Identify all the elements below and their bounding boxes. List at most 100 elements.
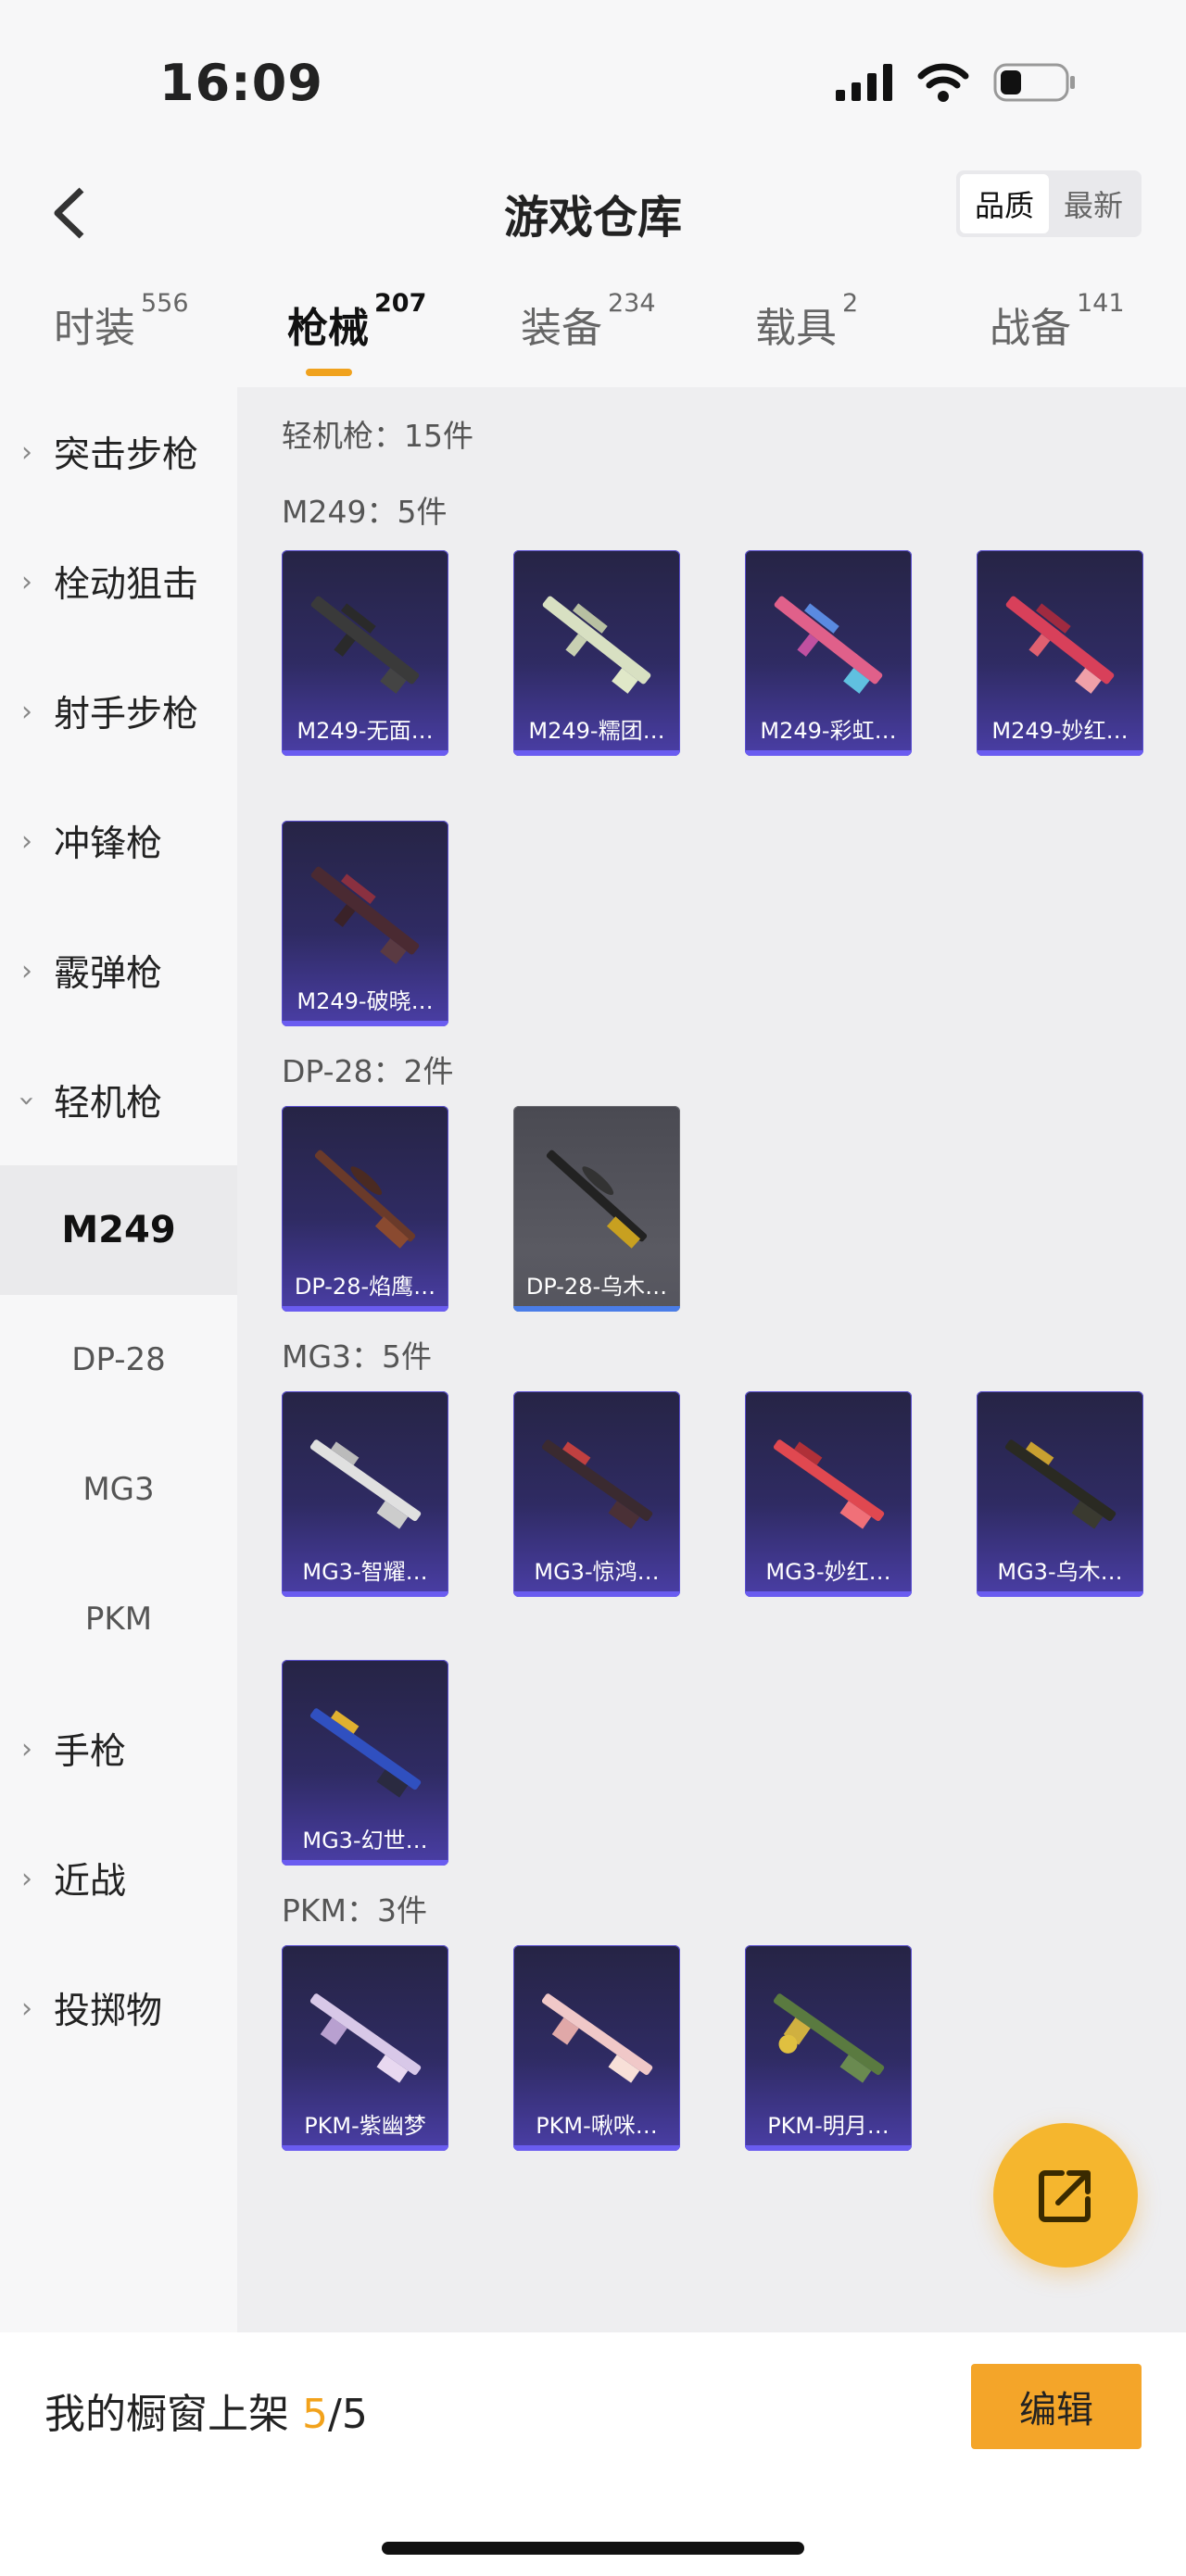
- sidebar-item-label: 手枪: [54, 1731, 127, 1773]
- item-name: MG3-惊鸿…: [534, 1559, 660, 1585]
- sidebar-item-lmg[interactable]: › 轻机枪: [0, 1036, 237, 1165]
- item-name: MG3-乌木…: [997, 1559, 1123, 1585]
- sidebar-item-marksman[interactable]: › 射手步枪: [0, 647, 237, 776]
- tab-fashion[interactable]: 时装556: [54, 289, 189, 354]
- item-name: PKM-紫幽梦: [304, 2113, 426, 2139]
- sidebar-subitem-mg3[interactable]: MG3: [0, 1425, 237, 1554]
- tab-equipment[interactable]: 装备234: [521, 289, 656, 354]
- showcase-label: 我的橱窗上架: [44, 2391, 302, 2438]
- sidebar-item-label: 近战: [54, 1861, 127, 1903]
- rarity-bar: [513, 750, 680, 756]
- item-name: PKM-啾咪…: [536, 2113, 658, 2139]
- gun-icon: [773, 1993, 885, 2083]
- sidebar-item-smg[interactable]: › 冲锋枪: [0, 776, 237, 906]
- sidebar-item-label: 轻机枪: [54, 1083, 163, 1125]
- sidebar-item-label: 投掷物: [54, 1991, 163, 2032]
- rarity-bar: [745, 750, 912, 756]
- chevron-right-icon: ›: [21, 1862, 32, 1895]
- category-tabs: 时装556 枪械207 装备234 载具2 战备141: [0, 289, 1186, 378]
- sidebar: › 突击步枪 › 栓动狙击 › 射手步枪 › 冲锋枪 › 霰弹枪 › 轻机枪 M249 DP…: [0, 387, 237, 2332]
- sort-newest-button[interactable]: 最新: [1049, 174, 1138, 233]
- battery-icon: [993, 63, 1075, 102]
- rarity-bar: [282, 1306, 448, 1312]
- tab-vehicles[interactable]: 载具2: [755, 289, 858, 354]
- gun-icon: [1005, 596, 1115, 694]
- item-name: PKM-明月…: [767, 2113, 890, 2139]
- item-name: MG3-智耀…: [302, 1559, 428, 1585]
- item-name: M249-妙红…: [991, 718, 1129, 744]
- edit-button[interactable]: 编辑: [971, 2364, 1142, 2449]
- group-label: MG3：5件: [282, 1338, 433, 1375]
- active-tab-indicator: [306, 369, 352, 376]
- item-card[interactable]: M249-彩虹…: [745, 550, 912, 756]
- showcase-total: /5: [328, 2391, 368, 2438]
- item-card[interactable]: MG3-妙红…: [745, 1391, 912, 1597]
- gun-icon: [542, 596, 651, 694]
- sidebar-item-label: 射手步枪: [54, 694, 199, 735]
- sidebar-subitem-dp28[interactable]: DP-28: [0, 1295, 237, 1425]
- rarity-bar: [282, 1591, 448, 1597]
- item-card[interactable]: MG3-乌木…: [977, 1391, 1143, 1597]
- item-card[interactable]: DP-28-焰鹰…: [282, 1106, 448, 1312]
- item-card[interactable]: PKM-明月…: [745, 1945, 912, 2151]
- gun-icon: [1004, 1439, 1117, 1529]
- sidebar-item-label: 栓动狙击: [54, 564, 199, 606]
- item-card[interactable]: PKM-紫幽梦: [282, 1945, 448, 2151]
- sidebar-item-label: 霰弹枪: [54, 953, 163, 995]
- rarity-bar: [282, 1860, 448, 1866]
- gun-icon: [774, 596, 883, 694]
- chevron-right-icon: ›: [21, 824, 32, 858]
- sidebar-subitem-m249[interactable]: M249: [0, 1165, 237, 1295]
- share-button[interactable]: [993, 2123, 1138, 2268]
- item-card[interactable]: PKM-啾咪…: [513, 1945, 680, 2151]
- rarity-bar: [745, 2145, 912, 2151]
- item-card[interactable]: M249-妙红…: [977, 550, 1143, 756]
- rarity-bar: [977, 1591, 1143, 1597]
- item-card[interactable]: DP-28-乌木…: [513, 1106, 680, 1312]
- item-card[interactable]: M249-无面…: [282, 550, 448, 756]
- sidebar-item-assault-rifle[interactable]: › 突击步枪: [0, 387, 237, 517]
- chevron-right-icon: ›: [21, 435, 32, 469]
- chevron-right-icon: ›: [21, 954, 32, 987]
- item-name: DP-28-乌木…: [525, 1274, 668, 1300]
- sidebar-item-shotgun[interactable]: › 霰弹枪: [0, 906, 237, 1036]
- gun-icon: [546, 1150, 648, 1249]
- gun-icon: [310, 596, 420, 694]
- tab-weapons[interactable]: 枪械207: [287, 289, 426, 354]
- item-name: MG3-妙红…: [765, 1559, 891, 1585]
- rarity-bar: [745, 1591, 912, 1597]
- tab-supplies[interactable]: 战备141: [990, 289, 1125, 354]
- share-icon: [1039, 2170, 1091, 2222]
- status-icons: [836, 63, 1077, 102]
- item-card[interactable]: M249-糯团…: [513, 550, 680, 756]
- rarity-bar: [282, 750, 448, 756]
- showcase-count: 5: [302, 2391, 328, 2438]
- item-card[interactable]: MG3-幻世…: [282, 1660, 448, 1866]
- gun-icon: [309, 1439, 422, 1529]
- chevron-down-icon: ›: [10, 1095, 44, 1106]
- chevron-right-icon: ›: [21, 695, 32, 728]
- sidebar-item-pistol[interactable]: › 手枪: [0, 1684, 237, 1814]
- rarity-bar: [282, 1021, 448, 1026]
- rarity-bar: [513, 1591, 680, 1597]
- item-card[interactable]: M249-破晓…: [282, 821, 448, 1026]
- sidebar-subitem-pkm[interactable]: PKM: [0, 1554, 237, 1684]
- item-grid: 轻机枪：15件 M249：5件 M249-无面… M249-糯团… M249-彩…: [237, 387, 1186, 2332]
- sidebar-item-throwables[interactable]: › 投掷物: [0, 1943, 237, 2073]
- chevron-right-icon: ›: [21, 1992, 32, 2025]
- group-label: PKM：3件: [282, 1892, 428, 1929]
- sort-quality-button[interactable]: 品质: [960, 174, 1049, 233]
- showcase-bar: 我的橱窗上架 5/5 编辑: [0, 2332, 1186, 2576]
- gun-icon: [541, 1993, 653, 2083]
- sidebar-item-melee[interactable]: › 近战: [0, 1814, 237, 1943]
- item-card[interactable]: MG3-惊鸿…: [513, 1391, 680, 1597]
- category-summary: 轻机枪：15件: [282, 418, 473, 454]
- home-indicator: [382, 2542, 804, 2555]
- sidebar-item-bolt-sniper[interactable]: › 栓动狙击: [0, 517, 237, 647]
- item-card[interactable]: MG3-智耀…: [282, 1391, 448, 1597]
- item-name: MG3-幻世…: [302, 1828, 428, 1853]
- sidebar-item-label: 突击步枪: [54, 434, 199, 476]
- item-name: M249-彩虹…: [760, 718, 897, 744]
- gun-icon: [314, 1150, 416, 1249]
- gun-icon: [309, 1993, 422, 2083]
